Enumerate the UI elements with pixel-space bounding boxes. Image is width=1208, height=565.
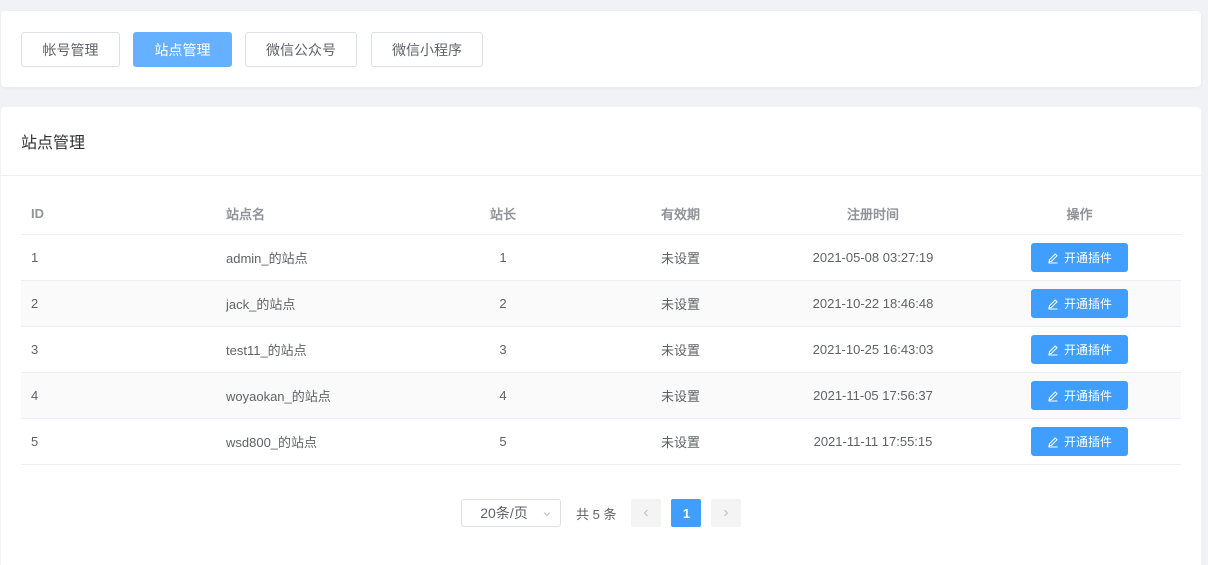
- enable-plugin-label: 开通插件: [1063, 297, 1112, 311]
- cell-time: 2021-05-08 03:27:19: [812, 250, 934, 265]
- cell-id: 3: [31, 342, 39, 357]
- header-name: 站点名: [226, 207, 266, 222]
- edit-icon: [1048, 344, 1058, 355]
- total-count: 共 5 条: [576, 506, 617, 522]
- cell-action: 开通插件: [978, 427, 1181, 456]
- header-action: 操作: [1066, 207, 1093, 222]
- cell-valid: 未设置: [660, 251, 700, 266]
- cell-name: admin_的站点: [226, 251, 308, 266]
- cell-time: 2021-10-25 16:43:03: [812, 342, 934, 357]
- cell-action: 开通插件: [978, 289, 1181, 318]
- chevron-right-icon: [724, 509, 729, 517]
- tab-wechat-official[interactable]: 微信公众号: [245, 32, 357, 67]
- cell-valid: 未设置: [660, 389, 700, 404]
- table-row: 1 admin_的站点 1 未设置 2021-05-08 03:27:19 开通…: [21, 235, 1181, 281]
- cell-valid: 未设置: [660, 297, 700, 312]
- enable-plugin-label: 开通插件: [1063, 389, 1112, 403]
- cell-name: jack_的站点: [226, 297, 296, 312]
- tab-account[interactable]: 帐号管理: [21, 32, 120, 67]
- header-owner: 站长: [489, 207, 516, 222]
- table-row: 4 woyaokan_的站点 4 未设置 2021-11-05 17:56:37…: [21, 373, 1181, 419]
- enable-plugin-label: 开通插件: [1063, 251, 1112, 265]
- page-number-current[interactable]: 1: [671, 499, 702, 527]
- cell-action: 开通插件: [978, 335, 1181, 364]
- pagination: 20条/页 共 5 条 1: [461, 499, 742, 527]
- enable-plugin-button[interactable]: 开通插件: [1031, 243, 1128, 272]
- prev-page-button[interactable]: [631, 499, 662, 527]
- enable-plugin-label: 开通插件: [1063, 343, 1112, 357]
- tab-bar: 帐号管理 站点管理 微信公众号 微信小程序: [1, 11, 1201, 87]
- tab-wechat-miniprogram[interactable]: 微信小程序: [371, 32, 483, 67]
- cell-valid: 未设置: [660, 343, 700, 358]
- cell-id: 2: [31, 296, 39, 311]
- cell-valid: 未设置: [660, 435, 700, 450]
- cell-owner: 1: [499, 250, 507, 265]
- chevron-left-icon: [644, 509, 649, 517]
- cell-id: 4: [31, 388, 39, 403]
- cell-owner: 3: [499, 342, 507, 357]
- cell-time: 2021-11-11 17:55:15: [813, 434, 933, 449]
- cell-id: 1: [31, 250, 39, 265]
- header-id: ID: [31, 206, 44, 221]
- table-row: 5 wsd800_的站点 5 未设置 2021-11-11 17:55:15 开…: [21, 419, 1181, 465]
- table-row: 2 jack_的站点 2 未设置 2021-10-22 18:46:48 开通插…: [21, 281, 1181, 327]
- cell-name: woyaokan_的站点: [226, 389, 331, 404]
- enable-plugin-label: 开通插件: [1063, 435, 1112, 449]
- cell-action: 开通插件: [978, 381, 1181, 410]
- enable-plugin-button[interactable]: 开通插件: [1031, 335, 1128, 364]
- table-row: 3 test11_的站点 3 未设置 2021-10-25 16:43:03 开…: [21, 327, 1181, 373]
- edit-icon: [1048, 390, 1058, 401]
- cell-owner: 2: [499, 296, 507, 311]
- enable-plugin-button[interactable]: 开通插件: [1031, 289, 1128, 318]
- table-header: ID 站点名 站长 有效期 注册时间 操作: [21, 193, 1181, 235]
- site-table: ID 站点名 站长 有效期 注册时间 操作 1 admin_的站点 1 未设置 …: [21, 193, 1181, 465]
- next-page-button[interactable]: [711, 499, 742, 527]
- page-size-value: 20条/页: [480, 505, 528, 521]
- edit-icon: [1048, 252, 1058, 263]
- chevron-down-icon: [543, 512, 551, 517]
- cell-time: 2021-11-05 17:56:37: [813, 388, 933, 403]
- enable-plugin-button[interactable]: 开通插件: [1031, 381, 1128, 410]
- edit-icon: [1048, 298, 1058, 309]
- cell-name: test11_的站点: [226, 343, 307, 358]
- site-management-card: 站点管理 ID 站点名 站长 有效期 注册时间 操作 1 admin_的站点 1…: [1, 107, 1201, 565]
- card-title: 站点管理: [1, 107, 1201, 176]
- header-time: 注册时间: [846, 207, 899, 222]
- cell-id: 5: [31, 434, 39, 449]
- enable-plugin-button[interactable]: 开通插件: [1031, 427, 1128, 456]
- cell-owner: 4: [499, 388, 507, 403]
- tab-site[interactable]: 站点管理: [133, 32, 232, 67]
- cell-time: 2021-10-22 18:46:48: [812, 296, 934, 311]
- header-valid: 有效期: [660, 207, 700, 222]
- edit-icon: [1048, 436, 1058, 447]
- cell-name: wsd800_的站点: [226, 435, 318, 450]
- cell-action: 开通插件: [978, 243, 1181, 272]
- page-size-select[interactable]: 20条/页: [461, 499, 561, 527]
- cell-owner: 5: [499, 434, 507, 449]
